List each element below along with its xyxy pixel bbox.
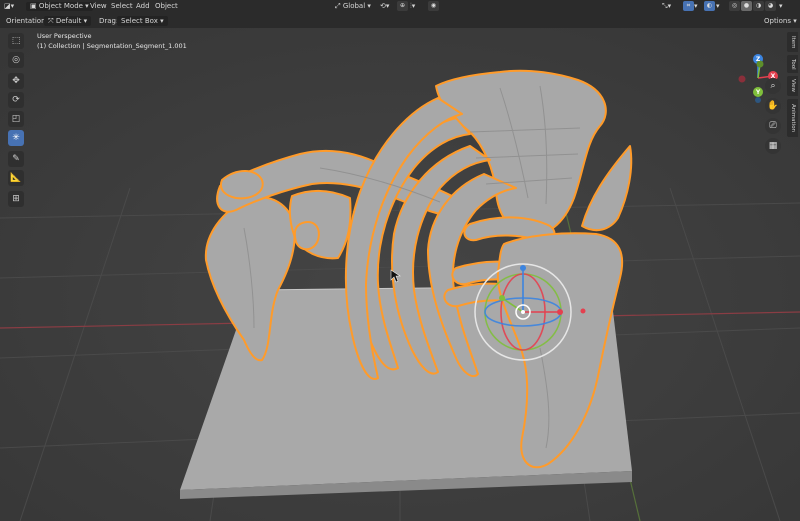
orientation-label: Orientation: bbox=[6, 17, 48, 25]
cursor-icon[interactable]: ◎ bbox=[8, 52, 24, 68]
xray-toggle-icon[interactable]: ◐ bbox=[704, 1, 715, 11]
select-box-icon[interactable]: ⬚ bbox=[8, 33, 24, 49]
viewport-header: ◪▾ ▣ Object Mode ▾ View Select Add Objec… bbox=[0, 0, 800, 13]
viewport-scene: Z X Y bbox=[0, 28, 800, 521]
rotate-icon[interactable]: ⟳ bbox=[8, 92, 24, 108]
orientation-axis-icon: ⤧ bbox=[48, 17, 56, 25]
orientation-dropdown[interactable]: ⤧ Default ▾ bbox=[44, 16, 92, 26]
proportional-edit-icon[interactable]: ◉ bbox=[428, 1, 439, 11]
tool-options-bar: Orientation: ⤧ Default ▾ Drag: Select Bo… bbox=[0, 13, 800, 29]
mode-dropdown[interactable]: ▣ Object Mode ▾ bbox=[26, 2, 93, 11]
annotate-icon[interactable]: ✎ bbox=[8, 151, 24, 167]
snapping-dropdown[interactable]: ⫶▾ bbox=[410, 2, 415, 11]
blender-window: ◪▾ ▣ Object Mode ▾ View Select Add Objec… bbox=[0, 0, 800, 521]
tab-item[interactable]: Item bbox=[787, 32, 798, 52]
editor-type-button[interactable]: ◪▾ bbox=[4, 2, 14, 11]
tab-view[interactable]: View bbox=[787, 76, 798, 96]
add-cube-icon[interactable]: ⊞ bbox=[8, 191, 24, 207]
object-mode-icon: ▣ bbox=[30, 2, 39, 10]
wireframe-shading-icon[interactable]: ◎ bbox=[729, 1, 740, 11]
svg-text:Z: Z bbox=[756, 56, 761, 63]
measure-icon[interactable]: 📐 bbox=[8, 170, 24, 186]
transform-icon[interactable]: ✳ bbox=[8, 130, 24, 146]
drag-dropdown[interactable]: Select Box ▾ bbox=[117, 16, 168, 26]
grid-icon[interactable]: ▦ bbox=[765, 138, 781, 154]
overlay-dropdown[interactable]: ▾ bbox=[694, 2, 698, 11]
view-name-label: User Perspective bbox=[37, 32, 92, 40]
drag-label: Drag: bbox=[99, 17, 119, 25]
menu-view[interactable]: View bbox=[90, 2, 107, 11]
camera-icon[interactable]: ⎚ bbox=[765, 118, 781, 134]
material-shading-icon[interactable]: ◑ bbox=[753, 1, 764, 11]
orientation-icon: ⤢ bbox=[335, 2, 343, 10]
snap-icon[interactable]: ⊕ bbox=[397, 1, 408, 11]
rendered-shading-icon[interactable]: ◕ bbox=[765, 1, 776, 11]
menu-object[interactable]: Object bbox=[155, 2, 178, 11]
menu-select[interactable]: Select bbox=[111, 2, 133, 11]
xray-dropdown[interactable]: ▾ bbox=[716, 2, 720, 11]
tab-tool[interactable]: Tool bbox=[787, 55, 798, 73]
scale-icon[interactable]: ◰ bbox=[8, 111, 24, 127]
move-icon[interactable]: ✥ bbox=[8, 73, 24, 89]
svg-text:Y: Y bbox=[755, 89, 761, 96]
gizmo-toggle-icon[interactable]: ⤡▾ bbox=[662, 2, 671, 11]
hand-pan-icon[interactable]: ✋ bbox=[765, 98, 781, 114]
tab-animation[interactable]: Animation bbox=[787, 99, 798, 137]
overlay-toggle-icon[interactable]: ⌗ bbox=[683, 1, 694, 11]
solid-shading-icon[interactable]: ● bbox=[741, 1, 752, 11]
zoom-icon[interactable]: ⌕ bbox=[765, 78, 781, 94]
menu-add[interactable]: Add bbox=[136, 2, 150, 11]
pivot-point-button[interactable]: ⟲▾ bbox=[380, 2, 389, 11]
3d-viewport[interactable]: Z X Y User Perspective (1) Collection | … bbox=[0, 28, 800, 521]
collection-info-label: (1) Collection | Segmentation_Segment_1.… bbox=[37, 42, 187, 50]
transform-orientation-dropdown[interactable]: ⤢ Global ▾ bbox=[335, 2, 371, 11]
shading-dropdown[interactable]: ▾ bbox=[779, 2, 783, 11]
options-dropdown[interactable]: Options ▾ bbox=[764, 16, 797, 26]
